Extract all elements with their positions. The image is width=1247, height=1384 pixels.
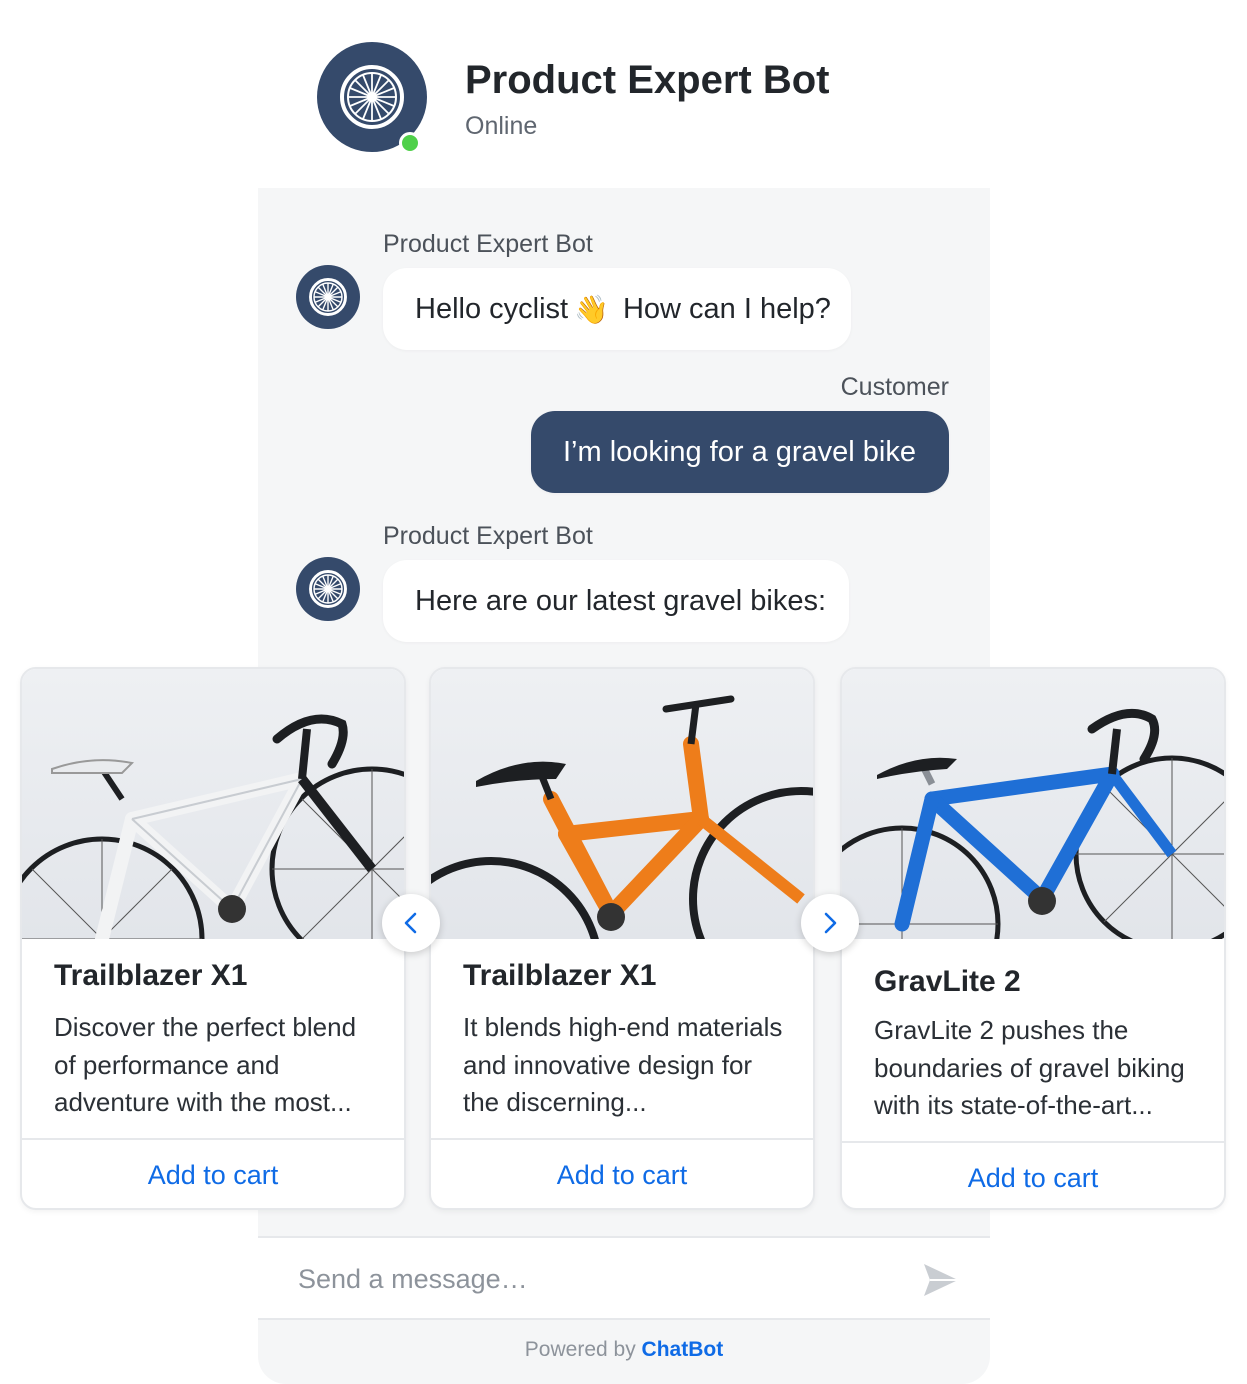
carousel-next-button[interactable] (801, 894, 859, 952)
chat-footer: Powered by ChatBot (258, 1320, 990, 1384)
powered-by-label: Powered by (524, 1338, 636, 1361)
bike-image (431, 695, 813, 939)
product-card: GravLite 2 GravLite 2 pushes the boundar… (840, 667, 1226, 1210)
bike-wheel-icon (340, 65, 404, 129)
product-description: GravLite 2 pushes the boundaries of grav… (874, 1015, 1185, 1120)
add-to-cart-button[interactable]: Add to cart (22, 1140, 404, 1208)
bot-status: Online (465, 112, 538, 140)
message-text: How can I help? (622, 292, 831, 325)
product-title: Trailblazer X1 (54, 959, 248, 992)
bot-message-bubble: Hello cyclist 👋 How can I help? (383, 268, 851, 350)
waving-hand-icon: 👋 (574, 293, 609, 325)
bike-wheel-icon (309, 570, 347, 608)
carousel-prev-button[interactable] (382, 894, 440, 952)
product-description: Discover the perfect blend of performanc… (54, 1012, 357, 1117)
message-sender: Product Expert Bot (383, 522, 593, 550)
bot-avatar-small (296, 265, 360, 329)
bike-image (842, 708, 1224, 939)
message-composer: Send a message… (258, 1236, 990, 1320)
bot-avatar-small (296, 557, 360, 621)
product-title: Trailblazer X1 (463, 959, 657, 992)
product-title: GravLite 2 (874, 965, 1021, 998)
message-text: Here are our latest gravel bikes: (415, 584, 827, 617)
message-sender: Customer (840, 373, 949, 401)
message-input[interactable]: Send a message… (298, 1264, 528, 1295)
message-text: Hello cyclist (415, 292, 569, 325)
product-image (431, 669, 813, 939)
product-image (842, 669, 1224, 939)
bot-name: Product Expert Bot (465, 58, 830, 102)
product-image (22, 669, 404, 939)
product-card: Trailblazer X1 It blends high-end materi… (429, 667, 815, 1210)
online-status-dot (399, 132, 421, 154)
powered-by: Powered by ChatBot (258, 1338, 990, 1362)
chevron-left-icon (404, 912, 417, 934)
message-text: I’m looking for a gravel bike (563, 435, 916, 468)
bike-wheel-icon (309, 278, 347, 316)
bot-message-bubble: Here are our latest gravel bikes: (383, 560, 849, 642)
bike-image (22, 714, 404, 939)
chevron-right-icon (824, 912, 837, 934)
product-description: It blends high-end materials and innovat… (463, 1012, 783, 1117)
chatbot-brand-link[interactable]: ChatBot (642, 1338, 724, 1361)
user-message-bubble: I’m looking for a gravel bike (531, 411, 949, 493)
add-to-cart-button[interactable]: Add to cart (842, 1143, 1224, 1208)
add-to-cart-button[interactable]: Add to cart (431, 1140, 813, 1208)
product-card: Trailblazer X1 Discover the perfect blen… (20, 667, 406, 1210)
send-icon[interactable] (920, 1260, 960, 1300)
message-sender: Product Expert Bot (383, 230, 593, 258)
